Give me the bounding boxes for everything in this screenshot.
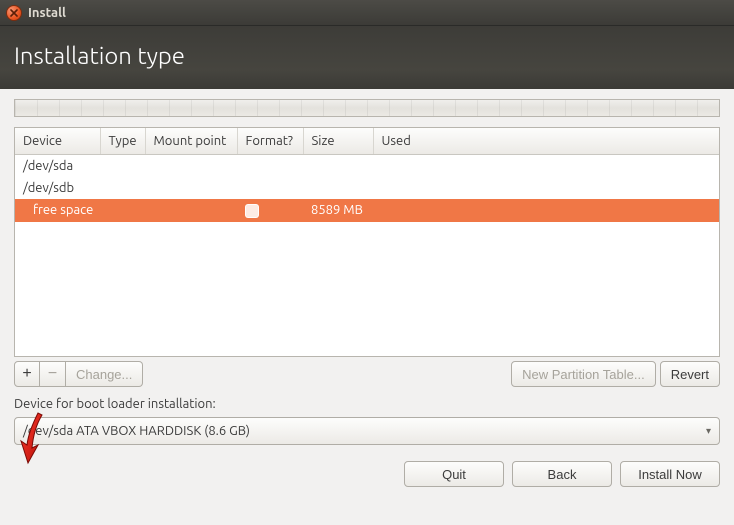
cell-used: [373, 199, 719, 222]
remove-partition-button[interactable]: −: [40, 361, 66, 387]
cell-mount: [145, 199, 237, 222]
close-button[interactable]: [6, 5, 22, 21]
window-title: Install: [28, 6, 66, 20]
format-checkbox[interactable]: [245, 204, 259, 218]
table-row[interactable]: free space 8589 MB: [15, 199, 719, 222]
col-size[interactable]: Size: [303, 128, 373, 155]
quit-button[interactable]: Quit: [404, 461, 504, 487]
cell-device: /dev/sda: [15, 155, 100, 178]
table-header-row: Device Type Mount point Format? Size Use…: [15, 128, 719, 155]
cell-format: [237, 155, 303, 178]
cell-type: [100, 155, 145, 178]
header: Installation type: [0, 26, 734, 89]
footer-buttons: Quit Back Install Now: [0, 445, 734, 501]
close-icon: [10, 9, 18, 17]
chevron-down-icon: ▾: [706, 425, 711, 437]
cell-mount: [145, 155, 237, 178]
change-partition-button[interactable]: Change...: [66, 361, 143, 387]
titlebar: Install: [0, 0, 734, 26]
partition-toolbar: + − Change... New Partition Table... Rev…: [14, 361, 720, 387]
back-button[interactable]: Back: [512, 461, 612, 487]
cell-used: [373, 177, 719, 199]
cell-mount: [145, 177, 237, 199]
install-now-button[interactable]: Install Now: [620, 461, 720, 487]
table-row[interactable]: /dev/sda: [15, 155, 719, 178]
bootloader-label: Device for boot loader installation:: [14, 397, 720, 411]
cell-type: [100, 177, 145, 199]
revert-button[interactable]: Revert: [660, 361, 720, 387]
cell-format: [237, 177, 303, 199]
col-mount[interactable]: Mount point: [145, 128, 237, 155]
cell-size: 8589 MB: [303, 199, 373, 222]
cell-device: /dev/sdb: [15, 177, 100, 199]
new-partition-table-button[interactable]: New Partition Table...: [511, 361, 656, 387]
col-format[interactable]: Format?: [237, 128, 303, 155]
table-row[interactable]: /dev/sdb: [15, 177, 719, 199]
cell-size: [303, 177, 373, 199]
cell-used: [373, 155, 719, 178]
cell-size: [303, 155, 373, 178]
page-title: Installation type: [14, 42, 720, 69]
cell-device: free space: [15, 199, 100, 222]
add-partition-button[interactable]: +: [14, 361, 40, 387]
cell-format: [237, 199, 303, 222]
col-used[interactable]: Used: [373, 128, 719, 155]
partition-table: Device Type Mount point Format? Size Use…: [14, 127, 720, 357]
bootloader-combo[interactable]: /dev/sda ATA VBOX HARDDISK (8.6 GB) ▾: [14, 417, 720, 445]
bootloader-value: /dev/sda ATA VBOX HARDDISK (8.6 GB): [23, 424, 250, 438]
cell-type: [100, 199, 145, 222]
col-device[interactable]: Device: [15, 128, 100, 155]
disk-usage-bar[interactable]: [14, 99, 720, 117]
col-type[interactable]: Type: [100, 128, 145, 155]
